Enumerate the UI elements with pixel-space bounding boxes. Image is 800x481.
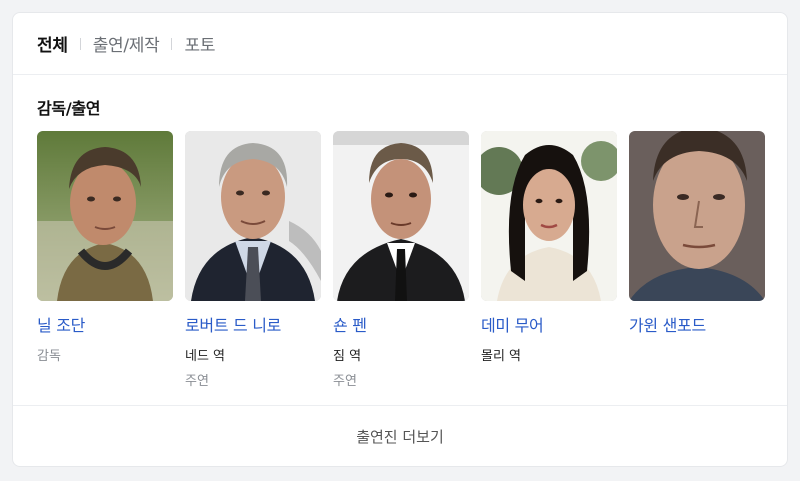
person-role: 감독 xyxy=(37,349,61,364)
person-photo[interactable] xyxy=(37,131,173,301)
person-role: 몰리 역 xyxy=(481,349,522,364)
person-card[interactable]: 로버트 드 니로 네드 역 주연 xyxy=(185,131,321,389)
tab-all[interactable]: 전체 xyxy=(37,31,68,56)
person-photo[interactable] xyxy=(333,131,469,301)
filmography-card: 전체 출연/제작 포토 감독/출연 닐 조단 감독 로버트 드 니로 네드 역 … xyxy=(12,12,788,467)
person-photo[interactable] xyxy=(629,131,765,301)
person-role: 짐 역 xyxy=(333,349,362,364)
tab-divider xyxy=(79,37,81,50)
person-role-type: 주연 xyxy=(185,374,209,389)
tab-cast-crew[interactable]: 출연/제작 xyxy=(93,31,160,56)
section-title: 감독/출연 xyxy=(37,99,101,118)
person-name[interactable]: 닐 조단 xyxy=(37,312,173,336)
person-card[interactable]: 데미 무어 몰리 역 xyxy=(481,131,617,389)
person-role: 네드 역 xyxy=(185,349,226,364)
person-name[interactable]: 로버트 드 니로 xyxy=(185,312,321,336)
person-card[interactable]: 숀 펜 짐 역 주연 xyxy=(333,131,469,389)
tab-bar: 전체 출연/제작 포토 xyxy=(13,13,787,75)
more-cast-button[interactable]: 출연진 더보기 xyxy=(13,405,787,466)
person-card[interactable]: 가윈 샌포드 xyxy=(629,131,765,389)
person-name[interactable]: 데미 무어 xyxy=(481,312,617,336)
people-list: 닐 조단 감독 로버트 드 니로 네드 역 주연 숀 펜 짐 역 주연 데미 무… xyxy=(37,131,777,389)
person-role-type: 주연 xyxy=(333,374,357,389)
person-name[interactable]: 숀 펜 xyxy=(333,312,469,336)
person-photo[interactable] xyxy=(185,131,321,301)
person-name[interactable]: 가윈 샌포드 xyxy=(629,312,765,336)
person-card[interactable]: 닐 조단 감독 xyxy=(37,131,173,389)
tab-photo[interactable]: 포토 xyxy=(184,31,215,56)
person-photo[interactable] xyxy=(481,131,617,301)
tab-divider xyxy=(171,37,173,50)
